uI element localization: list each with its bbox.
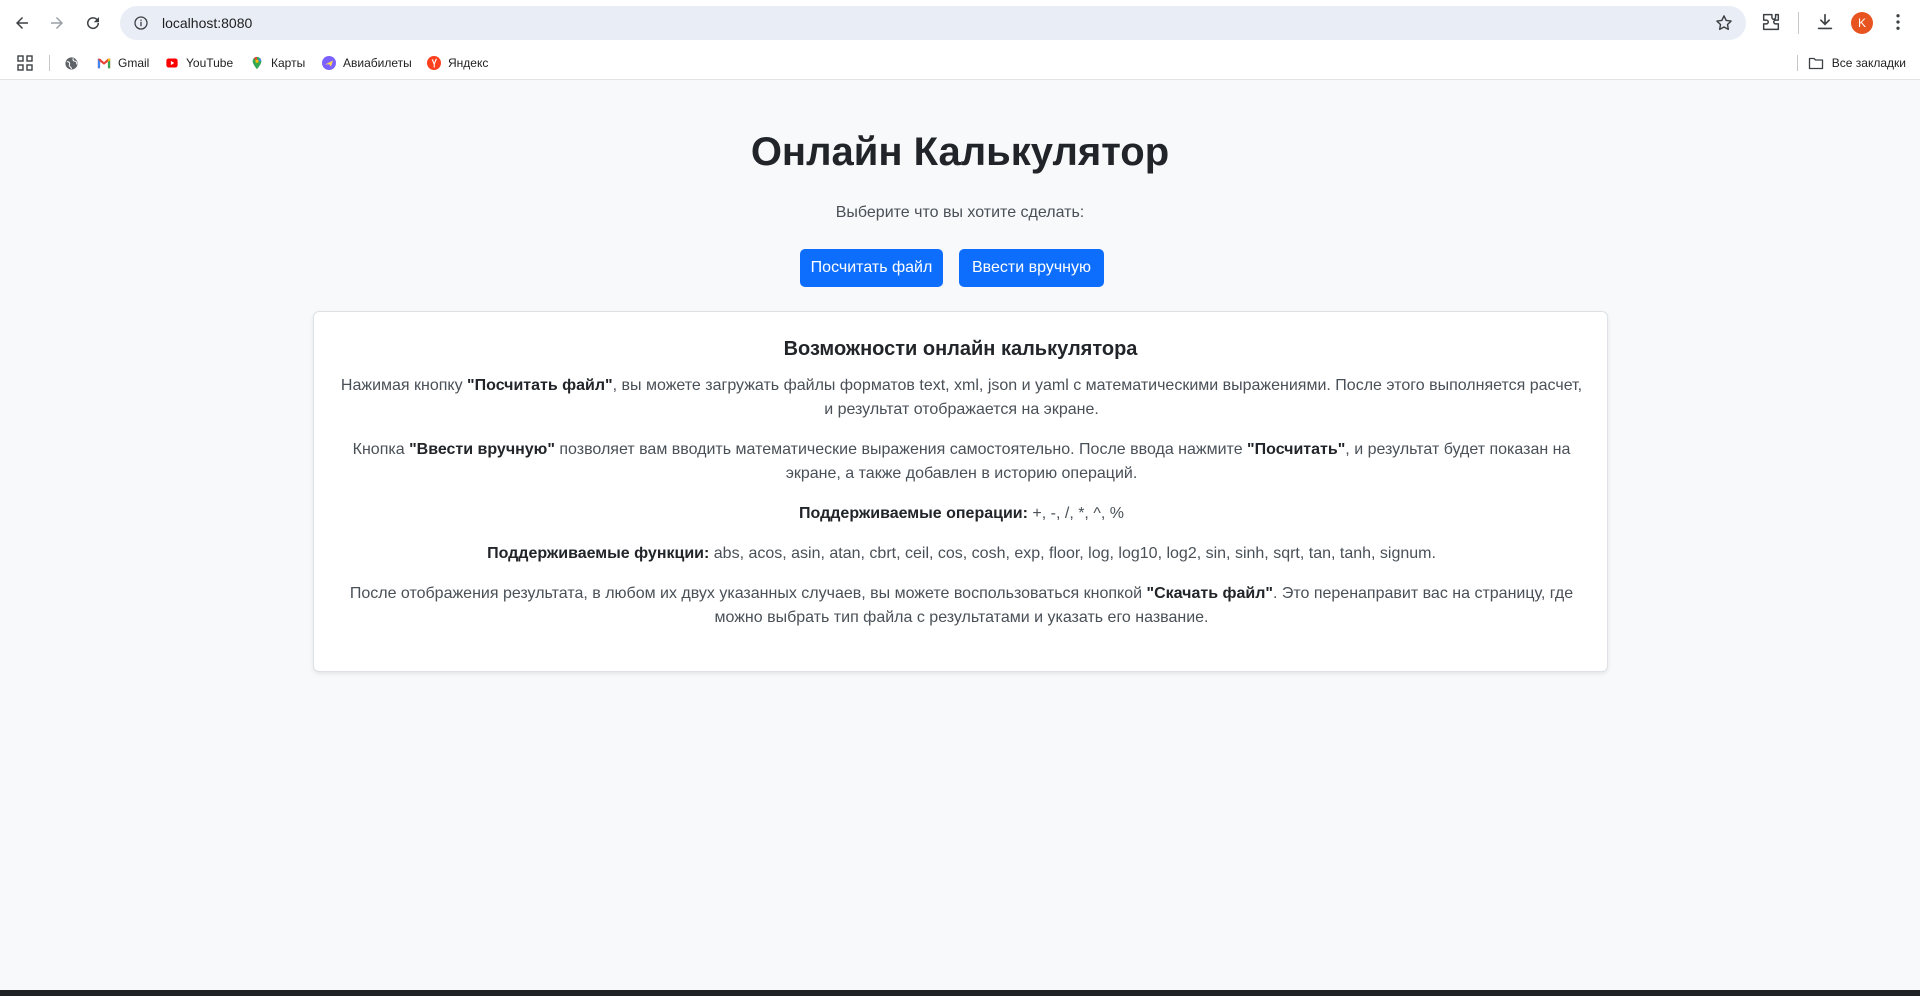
globe-icon [63, 55, 79, 71]
bookmark-star-icon[interactable] [1714, 13, 1734, 33]
card-title: Возможности онлайн калькулятора [783, 338, 1138, 360]
flights-icon [321, 55, 337, 71]
bookmark-label: YouTube [186, 56, 234, 70]
url-text: localhost:8080 [162, 15, 253, 31]
site-info-icon[interactable] [132, 14, 150, 32]
page-subtitle: Выберите что вы хотите сделать: [835, 204, 1085, 221]
page-content: Онлайн Калькулятор Выберите что вы хотит… [0, 80, 1920, 990]
paragraph-file-upload: Нажимая кнопку "Посчитать файл", вы може… [338, 374, 1585, 422]
bookmark-globe[interactable] [63, 52, 85, 74]
yandex-icon [426, 55, 442, 71]
forward-arrow-icon[interactable] [42, 8, 72, 38]
bookmark-label: Gmail [118, 56, 150, 70]
bookmarks-divider [1797, 55, 1798, 71]
profile-avatar[interactable]: K [1851, 12, 1873, 34]
bookmarks-divider [49, 55, 50, 71]
bookmark-label: Яндекс [448, 56, 489, 70]
bookmark-maps[interactable]: Карты [249, 52, 305, 74]
enter-manually-button[interactable]: Ввести вручную [959, 249, 1104, 287]
emphasis: Поддерживаемые функции: [487, 545, 710, 562]
all-bookmarks[interactable]: Все закладки [1808, 52, 1906, 74]
bookmark-flights[interactable]: Авиабилеты [321, 52, 412, 74]
emphasis: "Ввести вручную" [409, 441, 555, 458]
toolbar-divider [1798, 12, 1799, 34]
extensions-icon[interactable] [1760, 11, 1782, 33]
bookmark-label: Карты [271, 56, 306, 70]
text: +, -, /, *, ^, % [1027, 505, 1124, 522]
kebab-menu-icon[interactable] [1888, 11, 1908, 33]
page-title: Онлайн Калькулятор [750, 130, 1170, 174]
apps-grid-icon[interactable] [17, 55, 33, 71]
browser-toolbar: localhost:8080 K [0, 0, 1920, 46]
text: , вы можете загружать файлы форматов tex… [612, 377, 1583, 418]
download-icon[interactable] [1814, 11, 1836, 33]
emphasis: "Посчитать" [1247, 441, 1346, 458]
text: Кнопка [352, 441, 410, 458]
all-bookmarks-label: Все закладки [1831, 56, 1906, 70]
paragraph-operations: Поддерживаемые операции: +, -, /, *, ^, … [338, 502, 1585, 526]
maps-icon [249, 55, 265, 71]
text: Нажимая кнопку [340, 377, 468, 394]
paragraph-manual-input: Кнопка "Ввести вручную" позволяет вам вв… [338, 438, 1585, 486]
calculate-file-button[interactable]: Посчитать файл [800, 249, 943, 287]
youtube-icon [164, 55, 180, 71]
bookmark-gmail[interactable]: Gmail [96, 52, 149, 74]
emphasis: "Посчитать файл" [467, 377, 613, 394]
text: abs, acos, asin, atan, cbrt, ceil, cos, … [709, 545, 1436, 562]
text: После отображения результата, в любом их… [349, 585, 1147, 602]
gmail-icon [96, 55, 112, 71]
bookmark-label: Авиабилеты [343, 56, 412, 70]
paragraph-functions: Поддерживаемые функции: abs, acos, asin,… [338, 542, 1585, 566]
bookmarks-bar: Gmail YouTube Карты Авиабилеты Яндекс Вс… [0, 46, 1920, 80]
text: позволяет вам вводить математические выр… [554, 441, 1248, 458]
features-card: Возможности онлайн калькулятора Нажимая … [313, 311, 1608, 672]
folder-icon [1808, 55, 1824, 71]
emphasis: Поддерживаемые операции: [799, 505, 1028, 522]
bookmark-youtube[interactable]: YouTube [164, 52, 233, 74]
taskbar-edge [0, 990, 1920, 996]
bookmark-yandex[interactable]: Яндекс [426, 52, 488, 74]
reload-icon[interactable] [78, 8, 108, 38]
back-arrow-icon[interactable] [7, 8, 37, 38]
paragraph-download: После отображения результата, в любом их… [338, 582, 1585, 630]
emphasis: "Скачать файл" [1146, 585, 1273, 602]
address-bar[interactable]: localhost:8080 [120, 6, 1746, 40]
